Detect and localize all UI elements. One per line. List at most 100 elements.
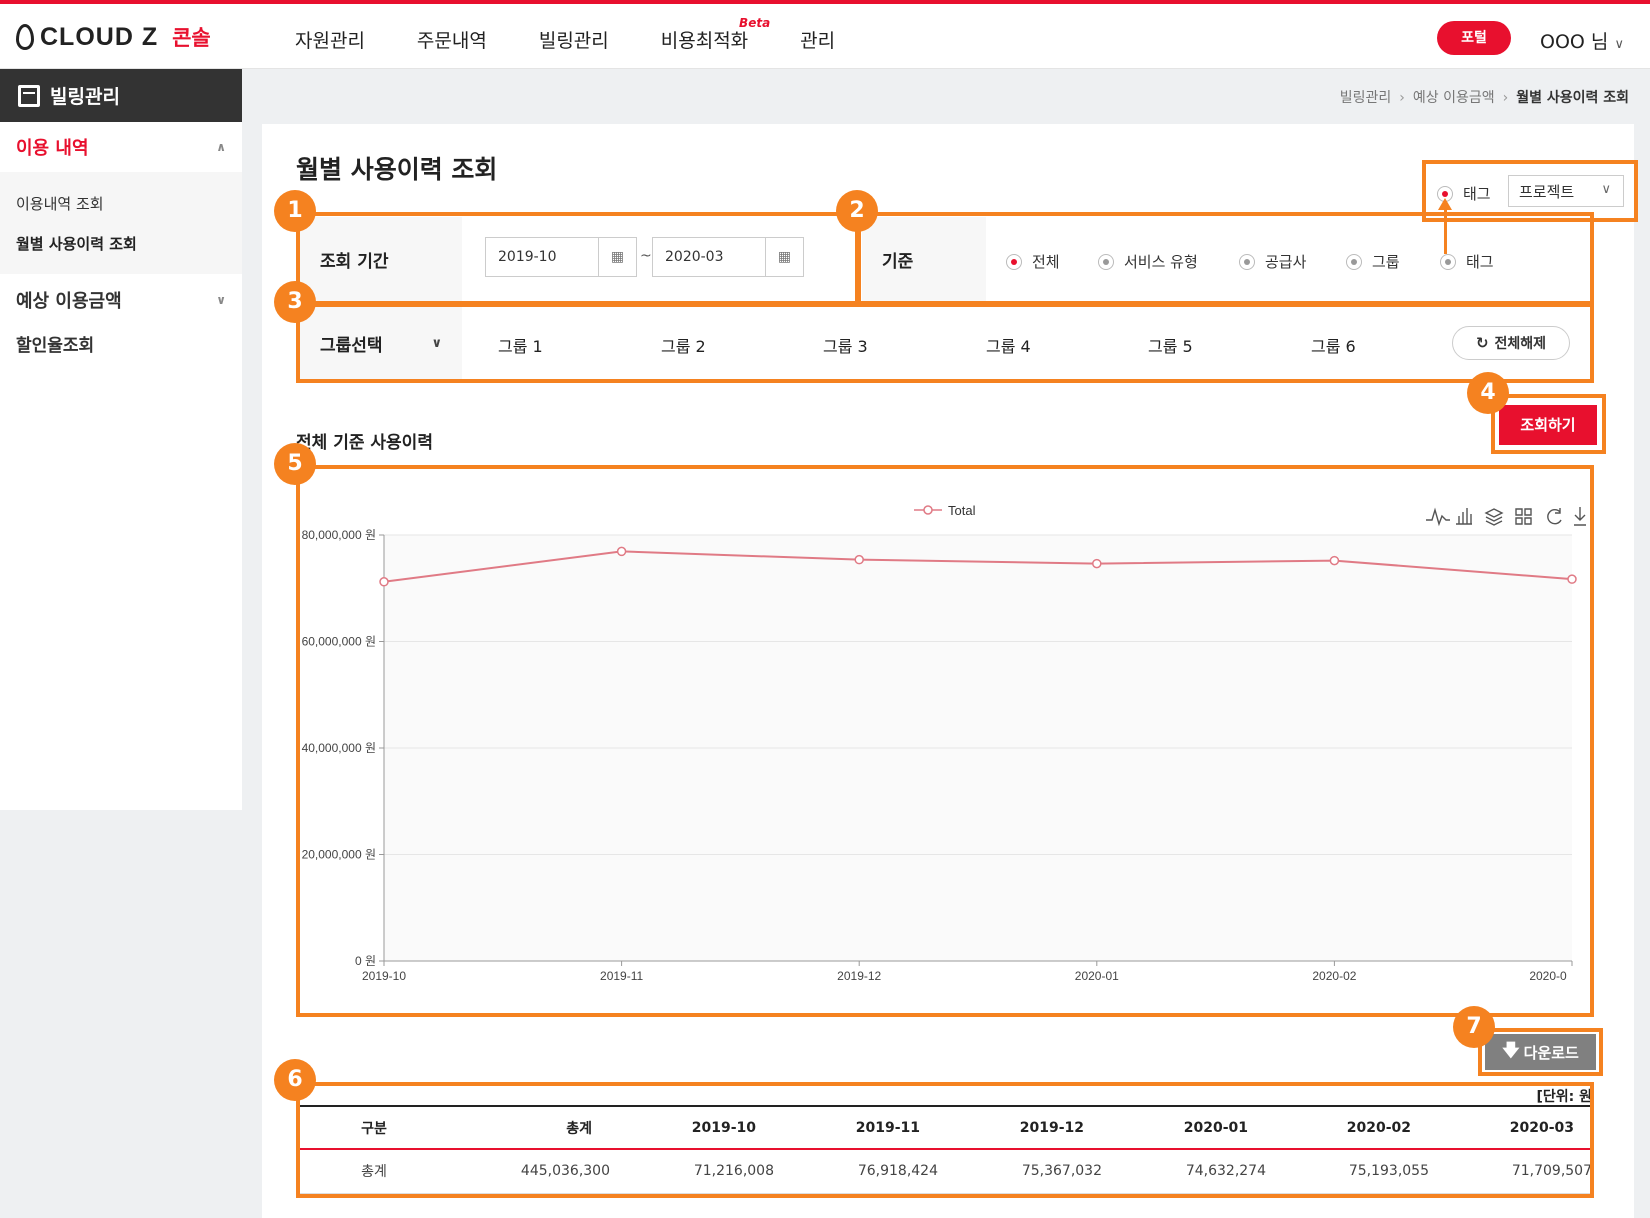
x-tick-label: 2019-11 [600, 969, 643, 983]
data-point[interactable] [854, 554, 864, 565]
sidebar: 빌링관리 이용 내역 ∧ 이용내역 조회 월별 사용이력 조회 예상 이용금액 … [0, 69, 242, 810]
radio-off-icon [1440, 253, 1456, 270]
basis-radio-group[interactable]: 그룹 [1346, 251, 1400, 272]
table-header-row: 구분 총계 2019-10 2019-11 2019-12 2020-01 20… [300, 1105, 1592, 1150]
basis-radio-all[interactable]: 전체 [1006, 251, 1060, 272]
table-cell: 74,632,274 [1102, 1149, 1266, 1194]
bar-chart-icon[interactable] [1456, 508, 1472, 525]
end-date-input[interactable]: 2020-03 ▦ [652, 237, 804, 277]
sidebar-section-discount[interactable]: 할인율조회 [0, 326, 242, 366]
table-cell: 445,036,300 [448, 1149, 610, 1194]
annotation-badge-5: 5 [274, 443, 316, 485]
y-tick-label: 40,000,000 원 [302, 741, 376, 755]
sidebar-item-usage-history[interactable]: 이용내역 조회 [16, 184, 242, 224]
table-cell: 76,918,424 [774, 1149, 938, 1194]
arrow-down-icon: 🡇 [1502, 1040, 1520, 1061]
grid-icon[interactable] [1515, 508, 1532, 525]
download-button[interactable]: 🡇 다운로드 [1485, 1034, 1596, 1070]
chevron-right-icon: › [1502, 90, 1509, 106]
line-chart-icon[interactable] [1426, 507, 1450, 527]
tag-select[interactable]: 프로젝트 ∨ [1508, 175, 1624, 207]
group-item-1[interactable]: 그룹 1 [498, 333, 543, 357]
table-cell: 75,367,032 [938, 1149, 1102, 1194]
sidebar-section-expected-cost[interactable]: 예상 이용금액 ∨ [0, 274, 242, 326]
chart-toolbar [1426, 507, 1586, 527]
radio-off-icon [1098, 253, 1114, 270]
chart-legend[interactable]: Total [914, 503, 976, 518]
start-date-input[interactable]: 2019-10 ▦ [485, 237, 637, 277]
chevron-down-icon: ∨ [1601, 182, 1611, 197]
nav-admin[interactable]: 관리 [800, 26, 835, 53]
table-header-cell: 2019-11 [774, 1105, 938, 1150]
portal-button[interactable]: 포털 [1437, 21, 1511, 55]
breadcrumb-item[interactable]: 빌링관리 [1340, 90, 1392, 106]
basis-radio-vendor[interactable]: 공급사 [1239, 251, 1306, 272]
table-header-cell: 2020-03 [1429, 1105, 1592, 1150]
unit-label: [단위: 원 [1536, 1089, 1592, 1105]
arrow-up-icon [1438, 198, 1452, 210]
basis-radio-service-type[interactable]: 서비스 유형 [1098, 251, 1198, 272]
annotation-badge-2: 2 [836, 190, 878, 232]
search-button[interactable]: 조회하기 [1499, 405, 1597, 445]
table-header-cell: 2020-01 [1102, 1105, 1266, 1150]
table-header-cell: 2019-12 [938, 1105, 1102, 1150]
breadcrumb: 빌링관리 › 예상 이용금액 › 월별 사용이력 조회 [1340, 87, 1629, 107]
table-header-cell: 총계 [448, 1105, 610, 1150]
sidebar-item-monthly-usage[interactable]: 월별 사용이력 조회 [16, 224, 242, 264]
logo-drop-icon [16, 24, 34, 50]
y-tick-label: 80,000,000 원 [302, 528, 376, 542]
refresh-icon: ↻ [1475, 334, 1489, 352]
group-item-4[interactable]: 그룹 4 [986, 333, 1031, 357]
nav-resource[interactable]: 자원관리 [295, 26, 365, 53]
nav-orders[interactable]: 주문내역 [417, 26, 487, 53]
legend-label: Total [948, 503, 976, 518]
chart-section-title: 전체 기준 사용이력 [296, 433, 433, 453]
top-header: CLOUD Z 콘솔 자원관리 주문내역 빌링관리 비용최적화 Beta 관리 포… [0, 4, 1650, 69]
basis-label: 기준 [862, 217, 986, 302]
page-title: 월별 사용이력 조회 [296, 155, 498, 184]
calendar-icon[interactable]: ▦ [598, 238, 636, 276]
logo[interactable]: CLOUD Z 콘솔 [16, 22, 211, 52]
period-label: 조회 기간 [300, 217, 462, 302]
table-cell: 71,216,008 [610, 1149, 774, 1194]
usage-table: 구분 총계 2019-10 2019-11 2019-12 2020-01 20… [300, 1105, 1592, 1194]
x-tick-label: 2020-0 [1529, 969, 1567, 983]
calendar-icon[interactable]: ▦ [765, 238, 803, 276]
annotation-badge-6: 6 [274, 1059, 316, 1101]
logo-sub: 콘솔 [172, 26, 211, 50]
user-menu[interactable]: OOO 님 ∨ [1540, 27, 1624, 54]
chevron-right-icon: › [1399, 90, 1405, 106]
data-point[interactable] [379, 577, 389, 587]
radio-off-icon [1239, 253, 1255, 270]
download-icon[interactable] [1574, 507, 1586, 526]
reset-all-button[interactable]: ↻ 전체해제 [1452, 326, 1570, 360]
refresh-icon[interactable] [1547, 508, 1562, 525]
sidebar-section-usage[interactable]: 이용 내역 ∧ [0, 122, 242, 172]
radio-off-icon [1346, 253, 1362, 270]
group-item-2[interactable]: 그룹 2 [661, 333, 706, 357]
table-cell: 71,709,507 [1429, 1149, 1592, 1194]
breadcrumb-item[interactable]: 예상 이용금액 [1413, 90, 1495, 106]
basis-radio-tag[interactable]: 태그 [1440, 251, 1494, 272]
table-row: 총계 445,036,300 71,216,008 76,918,424 75,… [300, 1149, 1592, 1194]
group-select-dropdown[interactable]: 그룹선택 ∨ [300, 307, 462, 379]
data-point[interactable] [1092, 558, 1102, 569]
calendar-icon [18, 84, 40, 107]
data-point[interactable] [616, 546, 627, 557]
x-tick-label: 2020-02 [1312, 969, 1356, 983]
group-item-6[interactable]: 그룹 6 [1311, 333, 1356, 357]
nav-cost-optimization[interactable]: 비용최적화 Beta [661, 16, 770, 53]
x-tick-label: 2019-12 [837, 969, 881, 983]
group-item-3[interactable]: 그룹 3 [823, 333, 868, 357]
sidebar-submenu: 이용내역 조회 월별 사용이력 조회 [0, 172, 242, 274]
group-item-5[interactable]: 그룹 5 [1148, 333, 1193, 357]
table-cell: 총계 [300, 1149, 448, 1194]
table-header-cell: 2019-10 [610, 1105, 774, 1150]
data-point[interactable] [1567, 574, 1577, 584]
breadcrumb-current: 월별 사용이력 조회 [1516, 90, 1629, 106]
sidebar-header: 빌링관리 [0, 69, 242, 122]
stack-icon[interactable] [1484, 508, 1504, 526]
nav-billing[interactable]: 빌링관리 [539, 26, 609, 53]
chevron-down-icon: ∨ [431, 335, 442, 351]
data-point[interactable] [1329, 555, 1340, 566]
